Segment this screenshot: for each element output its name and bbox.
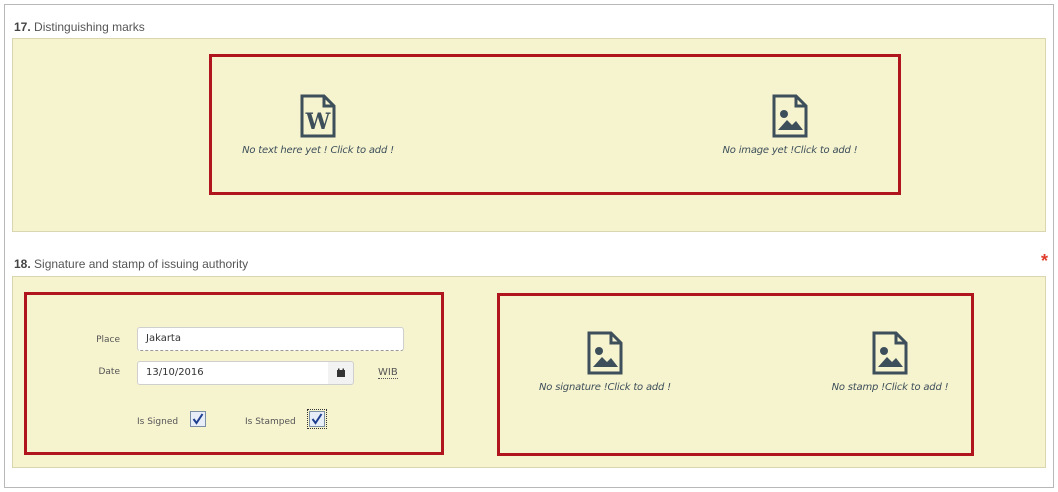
section-18-number: 18. — [14, 257, 31, 271]
word-document-icon: W — [300, 94, 336, 138]
is-stamped-checkbox[interactable] — [307, 409, 327, 429]
date-input[interactable]: 13/10/2016 — [137, 361, 329, 385]
section-17-label: Distinguishing marks — [34, 20, 145, 34]
image-file-icon — [872, 331, 908, 375]
required-asterisk: * — [1040, 251, 1048, 271]
add-signature-slot[interactable]: No signature !Click to add ! — [515, 330, 695, 393]
add-signature-caption: No signature !Click to add ! — [539, 382, 671, 393]
image-file-icon — [772, 94, 808, 138]
calendar-button[interactable] — [328, 361, 354, 385]
add-image-caption: No image yet !Click to add ! — [722, 145, 858, 156]
svg-text:W: W — [305, 109, 331, 135]
calendar-icon — [336, 368, 345, 377]
checkmark-icon — [311, 413, 323, 425]
section-18-title: 18. Signature and stamp of issuing autho… — [14, 257, 248, 271]
image-file-icon — [587, 331, 623, 375]
section-17-title: 17. Distinguishing marks — [14, 20, 145, 34]
add-stamp-caption: No stamp !Click to add ! — [831, 382, 949, 393]
section-18-label: Signature and stamp of issuing authority — [34, 257, 249, 271]
add-stamp-slot[interactable]: No stamp !Click to add ! — [800, 330, 980, 393]
place-input[interactable]: Jakarta — [137, 327, 404, 351]
is-signed-label: Is Signed — [137, 417, 179, 427]
add-text-slot[interactable]: W No text here yet ! Click to add ! — [218, 93, 418, 156]
add-text-caption: No text here yet ! Click to add ! — [242, 145, 394, 156]
is-signed-checkbox[interactable] — [190, 411, 206, 427]
checkmark-icon — [192, 413, 204, 425]
place-label: Place — [96, 335, 120, 345]
timezone-label[interactable]: WIB — [378, 367, 398, 379]
is-stamped-label: Is Stamped — [245, 417, 296, 427]
date-label: Date — [98, 367, 120, 377]
section-17-number: 17. — [14, 20, 31, 34]
add-image-slot[interactable]: No image yet !Click to add ! — [700, 93, 880, 156]
